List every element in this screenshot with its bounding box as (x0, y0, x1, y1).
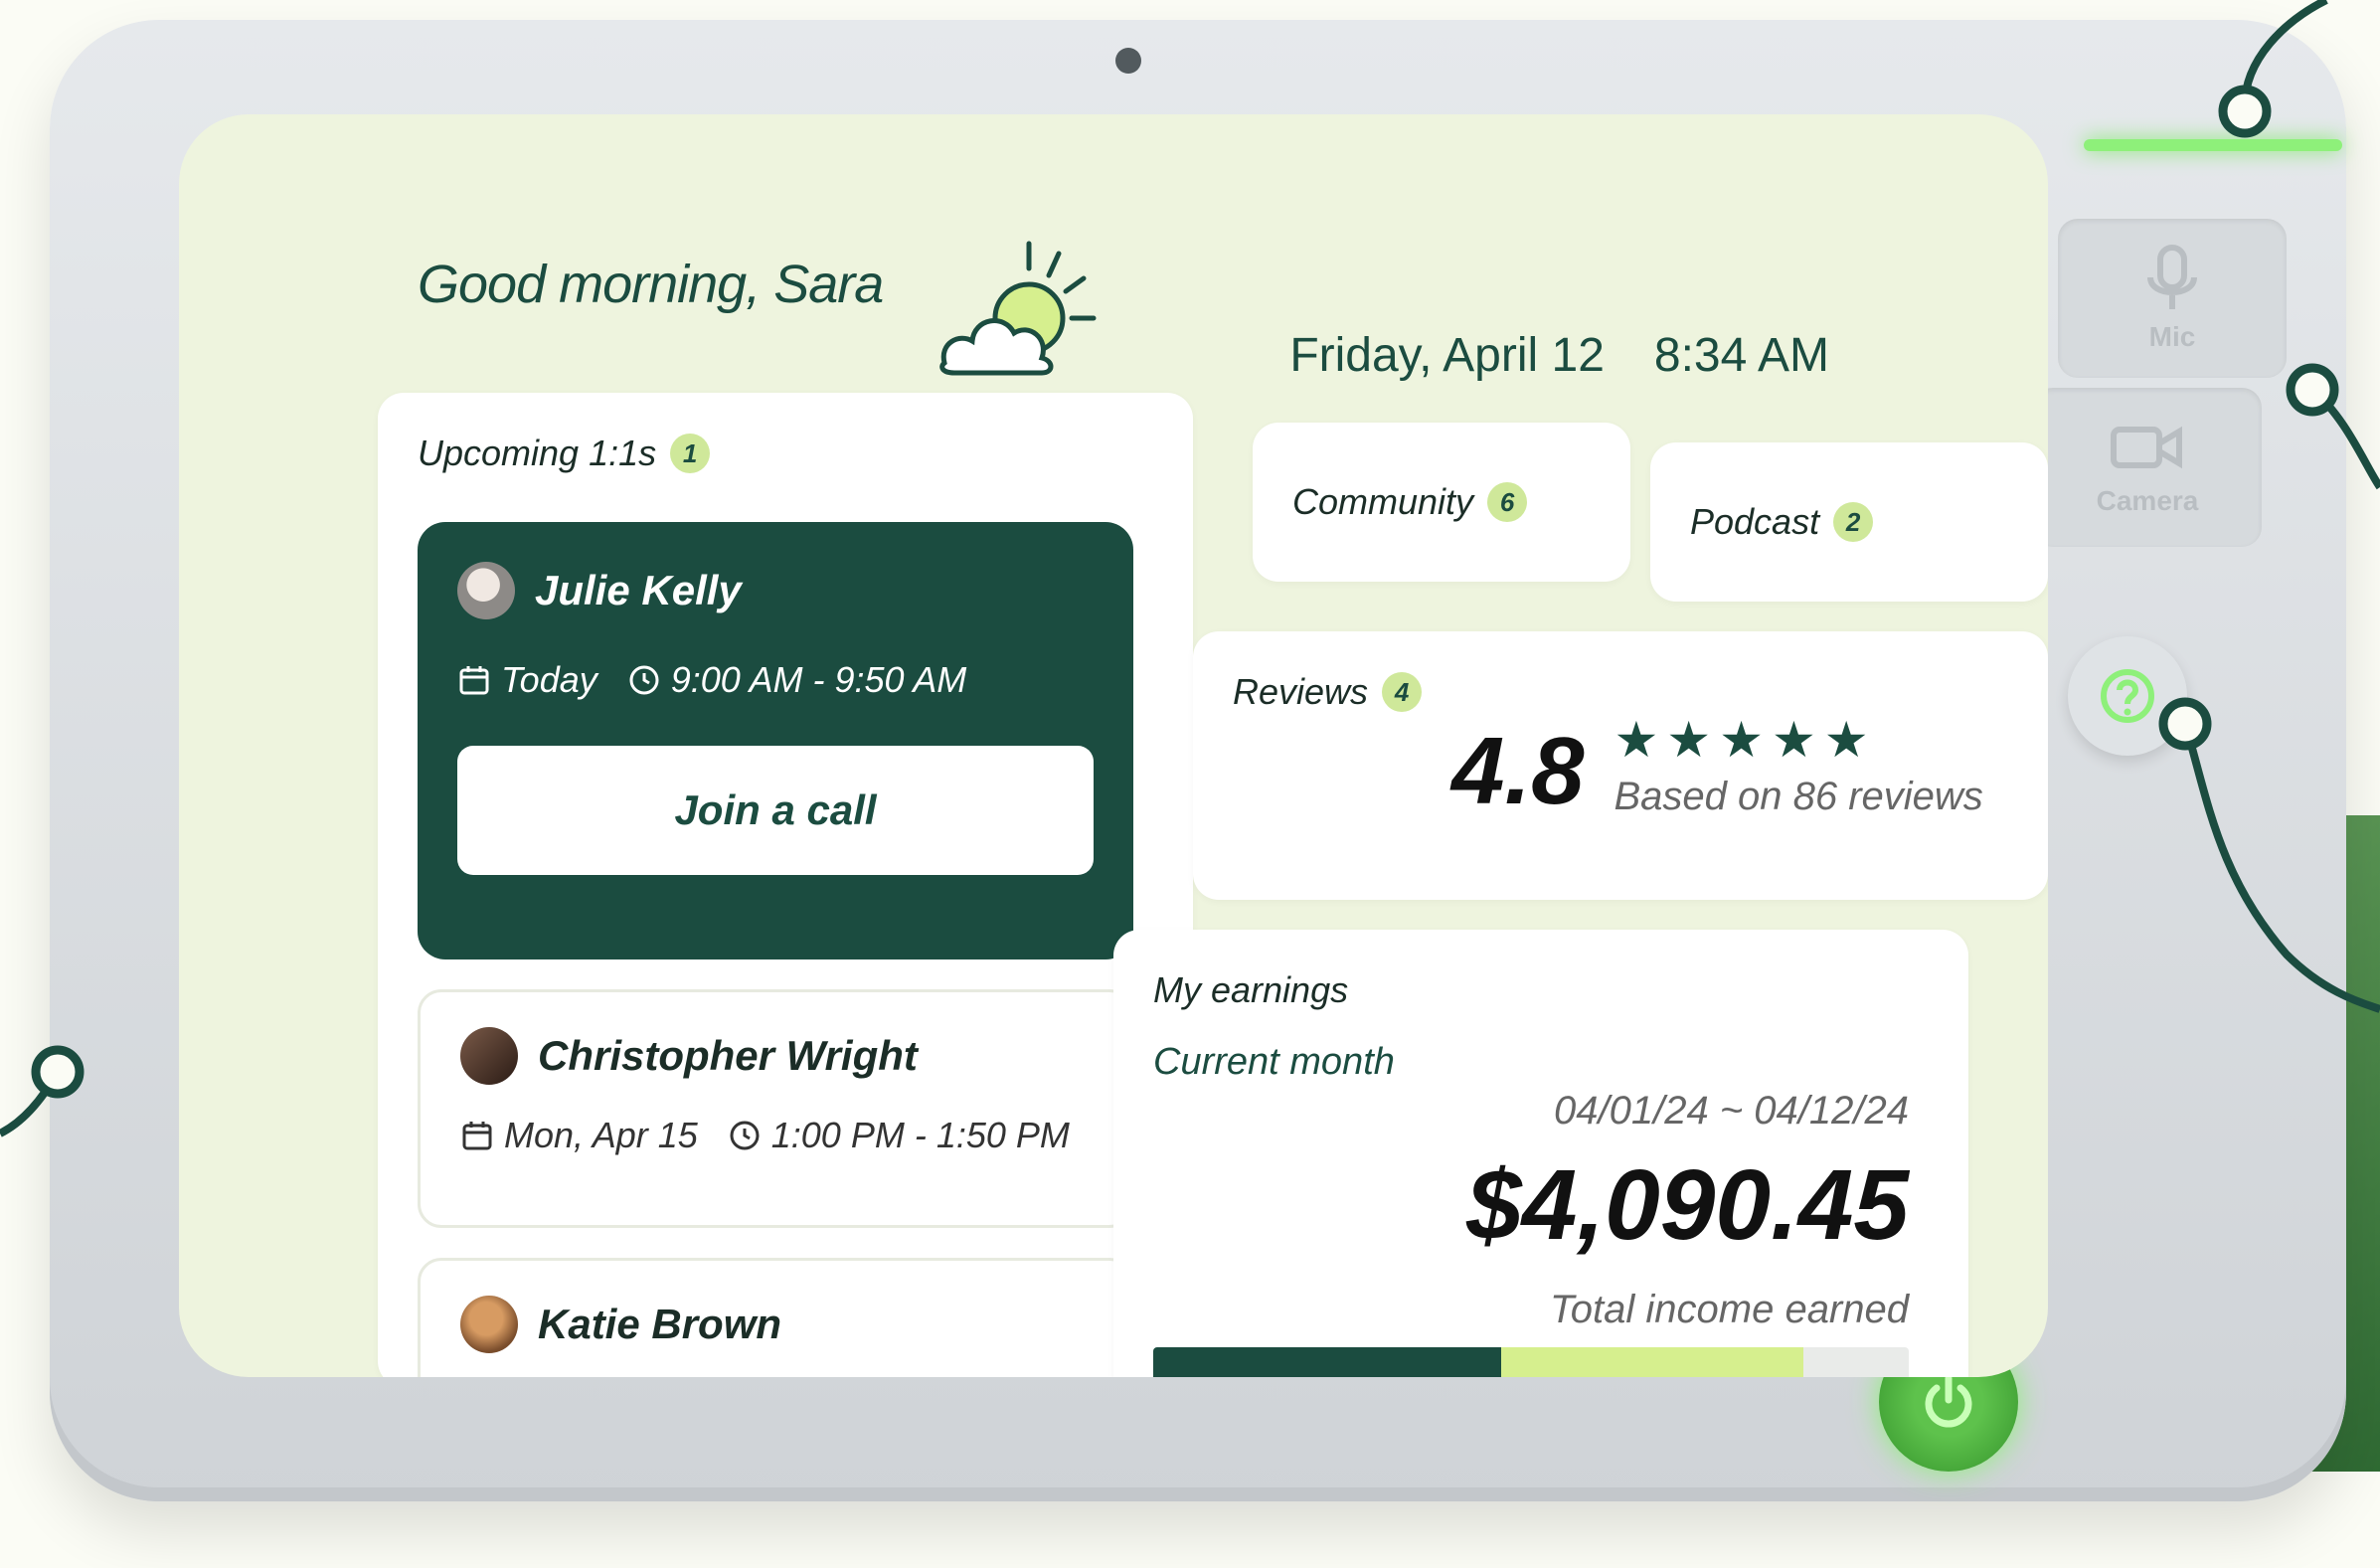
calendar-icon (462, 1122, 492, 1150)
status-led (2084, 139, 2342, 151)
help-button[interactable] (2068, 636, 2187, 756)
appointment-time: 1:00 PM - 1:50 PM (770, 1115, 1070, 1155)
reviews-title: Reviews (1233, 671, 1369, 712)
reviews-card[interactable]: Reviews 4 4.8 ★ ★ ★ ★ ★ Based on 86 reviews (1193, 631, 2048, 900)
avatar (460, 1027, 518, 1085)
clock-icon (629, 665, 659, 695)
mic-button[interactable]: Mic (2058, 219, 2287, 378)
star-icon: ★ (1823, 712, 1869, 768)
rating-value: 4.8 (1451, 718, 1585, 824)
podcast-title: Podcast (1690, 501, 1820, 542)
upcoming-count-badge: 1 (670, 434, 711, 473)
earnings-title: My earnings (1153, 969, 1349, 1010)
appointment-date: Mon, Apr 15 (504, 1115, 698, 1155)
mic-icon (2147, 245, 2197, 309)
calendar-icon (459, 666, 489, 695)
sun-cloud-icon (939, 241, 1097, 376)
star-icon: ★ (1719, 712, 1764, 768)
rating-caption: Based on 86 reviews (1614, 775, 1983, 818)
appointment-time: 9:00 AM - 9:50 AM (670, 659, 967, 700)
period-label[interactable]: Current month (1153, 1041, 1929, 1084)
date-range: 04/01/24 ~ 04/12/24 (1554, 1089, 1909, 1132)
next-appointment-card[interactable]: Julie Kelly Today 9:00 AM - 9:50 AM Join… (418, 522, 1133, 959)
upcoming-card: Upcoming 1:1s 1 Julie Kelly Today 9:00 A… (378, 393, 1193, 1377)
question-circle-icon (2101, 669, 2154, 723)
amount-caption: Total income earned (1550, 1288, 1909, 1331)
star-icon: ★ (1614, 712, 1659, 768)
earnings-card: My earnings Current month 04/01/24 ~ 04/… (1113, 930, 1968, 1377)
rating-summary: 4.8 ★ ★ ★ ★ ★ Based on 86 reviews (1451, 711, 1983, 819)
upcoming-title: Upcoming 1:1s 1 (418, 433, 1153, 474)
front-camera-dot (1115, 48, 1141, 74)
mic-label: Mic (2148, 321, 2196, 352)
appointment-card[interactable]: Katie Brown (418, 1258, 1133, 1377)
current-time: 8:34 AM (1653, 329, 1829, 382)
avatar (457, 562, 515, 619)
community-title: Community (1292, 481, 1474, 522)
community-card[interactable]: Community 6 (1253, 423, 1630, 582)
star-rating: ★ ★ ★ ★ ★ (1614, 711, 1982, 769)
reviews-count-badge: 4 (1382, 672, 1423, 712)
tablet-device: Mic Camera Good morning, Sara Friday, Ap… (50, 20, 2346, 1501)
date-time: Friday, April 12 8:34 AM (1289, 328, 1829, 383)
clock-icon (730, 1121, 760, 1150)
appointment-card[interactable]: Christopher Wright Mon, Apr 15 1:00 PM -… (418, 989, 1133, 1228)
podcast-count-badge: 2 (1833, 502, 1874, 542)
video-camera-icon (2111, 426, 2182, 469)
star-icon: ★ (1666, 712, 1712, 768)
current-date: Friday, April 12 (1289, 329, 1605, 382)
community-count-badge: 6 (1487, 482, 1528, 522)
upcoming-title-text: Upcoming 1:1s (418, 433, 657, 473)
dashboard-screen: Good morning, Sara Friday, April 12 8:34… (179, 114, 2048, 1377)
breakdown-segment (1802, 1347, 1909, 1377)
power-icon (1925, 1374, 1972, 1428)
total-amount: $4,090.45 (1466, 1149, 1909, 1261)
podcast-card[interactable]: Podcast 2 (1650, 442, 2048, 602)
camera-label: Camera (2096, 485, 2199, 516)
earnings-breakdown-bar (1153, 1347, 1909, 1377)
appointment-name: Christopher Wright (538, 1032, 918, 1079)
join-call-button[interactable]: Join a call (457, 746, 1094, 875)
appointment-name: Katie Brown (538, 1301, 782, 1347)
star-icon: ★ (1771, 712, 1816, 768)
greeting-title: Good morning, Sara (418, 255, 884, 314)
avatar (460, 1296, 518, 1353)
camera-button[interactable]: Camera (2033, 388, 2262, 547)
breakdown-segment (1500, 1347, 1803, 1377)
appointment-date: Today (501, 659, 597, 700)
breakdown-segment (1153, 1347, 1501, 1377)
appointment-name: Julie Kelly (535, 567, 742, 613)
